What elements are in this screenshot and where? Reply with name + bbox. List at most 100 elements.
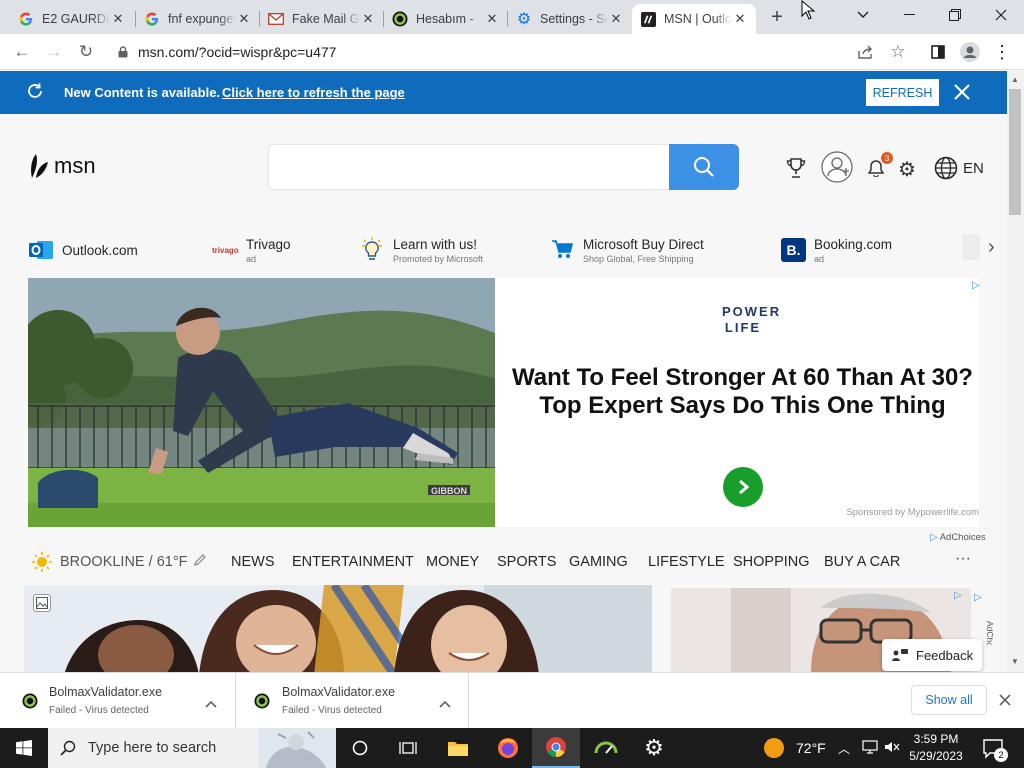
mail-icon (268, 11, 284, 27)
taskbar-date[interactable]: 5/29/2023 (906, 749, 966, 763)
close-icon[interactable] (999, 693, 1011, 711)
adchoices-triangle-icon[interactable]: ▷ (954, 590, 962, 601)
taskbar-search-box[interactable]: Type here to search (48, 728, 336, 768)
nav-gaming[interactable]: GAMING (569, 554, 628, 570)
close-icon[interactable]: ✕ (110, 11, 126, 27)
restore-button[interactable] (932, 0, 978, 30)
close-icon[interactable] (952, 82, 972, 107)
feature-story-card[interactable] (24, 585, 652, 672)
nav-shopping[interactable]: SHOPPING (733, 554, 810, 570)
ad-photo-man-pushup: GIBBON (28, 278, 495, 527)
tab-5-active[interactable]: MSN | Outlook ✕ (632, 4, 756, 34)
refresh-button[interactable]: REFRESH (866, 79, 939, 106)
quick-link-buy-direct[interactable]: Microsoft Buy Direct Shop Global, Free Sh… (551, 230, 704, 270)
scroll-down-arrow-icon[interactable]: ▼ (1011, 657, 1019, 666)
ad-sponsor[interactable]: Sponsored by Mypowerlife.com (814, 507, 979, 518)
side-panel-icon[interactable] (924, 38, 952, 66)
bookmark-star-icon[interactable]: ☆ (884, 38, 912, 66)
ad-headline[interactable]: Want To Feel Stronger At 60 Than At 30? … (510, 364, 975, 420)
download-item[interactable]: BolmaxValidator.exe Failed - Virus detec… (0, 673, 236, 729)
reload-icon[interactable]: ↻ (72, 38, 100, 66)
quick-link-learn[interactable]: Learn with us! Promoted by Microsoft (360, 230, 483, 270)
adchoices-link[interactable]: ▷ AdChoices (930, 532, 986, 543)
language-label: EN (963, 159, 984, 177)
pencil-icon[interactable] (193, 553, 207, 572)
scrollbar-thumb[interactable] (1009, 89, 1021, 215)
chevron-up-icon[interactable]: ︿ (838, 740, 850, 757)
firefox-icon[interactable] (484, 728, 532, 768)
menu-kebab-icon[interactable]: ⋮ (988, 38, 1016, 66)
refresh-link[interactable]: Click here to refresh the page (222, 85, 405, 100)
image-gallery-icon[interactable] (33, 594, 51, 612)
profile-icon[interactable] (956, 38, 984, 66)
nav-sports[interactable]: SPORTS (497, 554, 556, 570)
ad-arrow-button[interactable] (723, 467, 763, 507)
msn-logo[interactable]: msn (28, 152, 96, 180)
settings-gear-icon[interactable]: ⚙ (898, 157, 916, 182)
banner-message: New Content is available. (64, 85, 221, 100)
more-options-icon[interactable]: ··· (955, 550, 971, 568)
feedback-button[interactable]: Feedback (882, 639, 982, 671)
quick-link-outlook[interactable]: Outlook.com (29, 230, 138, 270)
taskbar-time[interactable]: 3:59 PM (906, 732, 966, 746)
volume-muted-icon[interactable] (884, 740, 900, 759)
nav-lifestyle[interactable]: LIFESTYLE (648, 554, 725, 570)
chrome-icon[interactable] (532, 728, 580, 768)
close-icon[interactable]: ✕ (236, 11, 252, 27)
tab-4[interactable]: ⚙ Settings - Security ✕ (508, 4, 632, 34)
nav-entertainment[interactable]: ENTERTAINMENT (292, 554, 414, 570)
scroll-up-arrow-icon[interactable]: ▲ (1011, 75, 1019, 84)
back-arrow-icon[interactable]: ← (8, 38, 36, 66)
weather-location[interactable]: BROOKLINE / 61°F (32, 552, 207, 572)
taskbar-weather[interactable]: 72°F (796, 740, 826, 756)
file-explorer-icon[interactable] (434, 728, 482, 768)
share-icon[interactable] (852, 38, 880, 66)
quick-link-booking[interactable]: B. Booking.com ad (781, 230, 892, 270)
search-button[interactable] (669, 144, 739, 190)
new-tab-button[interactable]: + (766, 6, 788, 28)
quick-link-subtitle: ad (246, 253, 257, 264)
windows-start-icon[interactable] (0, 728, 48, 768)
network-icon[interactable] (862, 740, 878, 759)
language-selector[interactable]: EN (934, 156, 984, 180)
task-view-icon[interactable] (384, 728, 432, 768)
tab-1[interactable]: fnf expunged ✕ (136, 4, 260, 34)
address-bar[interactable]: msn.com/?ocid=wispr&pc=u477 (108, 37, 918, 67)
chevron-up-icon[interactable] (205, 695, 217, 713)
cortana-circle-icon[interactable] (336, 728, 384, 768)
search-highlight-illustration (258, 728, 336, 768)
adchoices-triangle-icon[interactable]: ▷ (974, 592, 982, 603)
forward-arrow-icon[interactable]: → (40, 38, 68, 66)
chevron-up-icon[interactable] (439, 695, 451, 713)
quick-link-trivago[interactable]: trivago Trivago ad (212, 230, 291, 270)
adchoices-triangle-icon[interactable]: ▷ (972, 280, 980, 291)
nav-money[interactable]: MONEY (426, 554, 479, 570)
show-all-button[interactable]: Show all (911, 685, 987, 715)
chevron-right-icon[interactable]: › (988, 236, 995, 259)
close-icon[interactable]: ✕ (484, 11, 500, 27)
close-icon[interactable]: ✕ (608, 11, 624, 27)
tab-0[interactable]: E2 GAURDIAN ✕ (10, 4, 134, 34)
nav-buy-a-car[interactable]: BUY A CAR (824, 554, 900, 570)
weather-location-label: BROOKLINE / 61°F (60, 554, 188, 570)
close-icon[interactable]: ✕ (732, 11, 748, 27)
minimize-button[interactable] (886, 0, 932, 30)
gauge-app-icon[interactable] (582, 728, 630, 768)
tab-2[interactable]: Fake Mail Generator ✕ (260, 4, 384, 34)
settings-gear-icon[interactable]: ⚙ (630, 728, 678, 768)
sign-in-avatar-icon[interactable] (821, 151, 853, 188)
msn-search-input[interactable] (268, 144, 670, 190)
nav-news[interactable]: NEWS (231, 554, 275, 570)
close-icon[interactable]: ✕ (360, 11, 376, 27)
page-scrollbar[interactable]: ▲ ▼ (1007, 71, 1024, 672)
rewards-trophy-icon[interactable] (786, 157, 806, 184)
tab-search-button[interactable] (840, 0, 886, 30)
quick-link-title: Trivago (246, 236, 291, 252)
window-close-button[interactable] (978, 0, 1024, 30)
notification-bell-icon[interactable] (867, 159, 885, 182)
weather-sun-icon[interactable] (764, 738, 784, 758)
tab-3[interactable]: Hesabım - ✕ (384, 4, 508, 34)
download-item[interactable]: BolmaxValidator.exe Failed - Virus detec… (236, 673, 469, 729)
ad-banner[interactable]: GIBBON POWER LIFE Want To Feel Stronger … (28, 278, 980, 527)
tab-title: Settings - Security (540, 12, 608, 26)
